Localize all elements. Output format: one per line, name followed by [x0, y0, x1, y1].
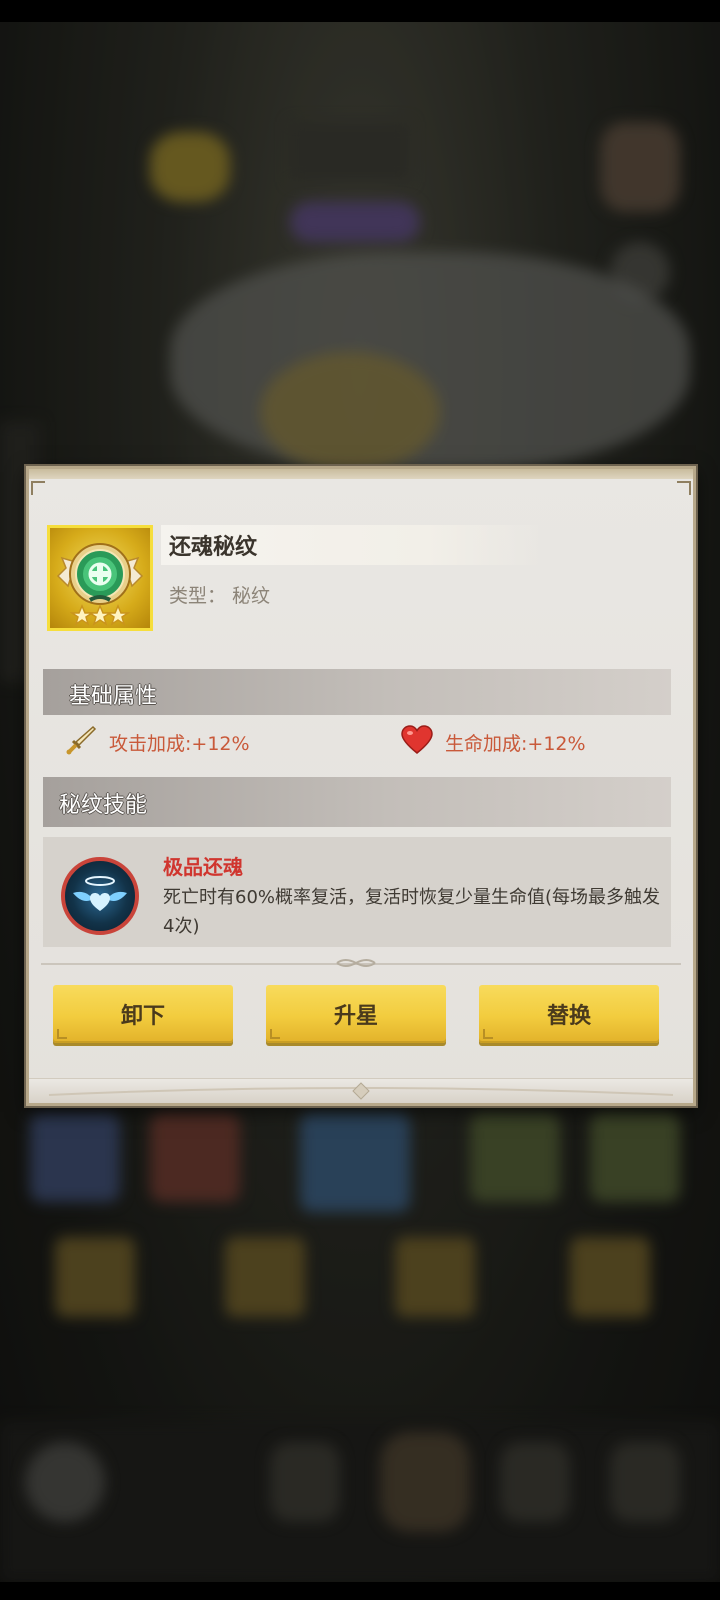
rune-skill-header: 秘纹技能 — [43, 777, 671, 827]
skill-name: 极品还魂 — [163, 855, 243, 879]
skill-panel: 极品还魂 死亡时有60%概率复活，复活时恢复少量生命值(每场最多触发4次) — [43, 837, 671, 947]
attribute-label: 攻击加成:+12% — [109, 732, 250, 755]
section-title: 秘纹技能 — [59, 793, 148, 818]
winged-heart-halo-icon — [61, 857, 139, 935]
section-title: 基础属性 — [69, 684, 158, 709]
corner-ornament — [677, 481, 691, 495]
navigation-bar — [0, 1582, 720, 1600]
dialog-top-trim — [29, 469, 693, 479]
item-name: 还魂秘纹 — [169, 535, 258, 560]
button-label: 升星 — [333, 1004, 378, 1029]
divider-ornament — [335, 955, 377, 971]
dialog-bottom-trim — [29, 1078, 693, 1103]
skill-description: 死亡时有60%概率复活，复活时恢复少量生命值(每场最多触发4次) — [163, 887, 661, 937]
sword-icon — [65, 724, 97, 760]
attribute-attack: 攻击加成:+12% — [65, 724, 250, 760]
attribute-label: 生命加成:+12% — [445, 732, 586, 755]
attribute-health: 生命加成:+12% — [401, 725, 586, 759]
replace-button[interactable]: 替换 — [479, 985, 659, 1043]
basic-attributes-header: 基础属性 — [43, 669, 671, 715]
corner-ornament — [31, 481, 45, 495]
button-label: 卸下 — [120, 1004, 165, 1029]
unequip-button[interactable]: 卸下 — [53, 985, 233, 1043]
item-type: 类型： 秘纹 — [169, 585, 271, 607]
heart-icon — [401, 725, 433, 759]
status-bar — [0, 0, 720, 22]
rune-detail-dialog: 还魂秘纹 类型： 秘纹 基础属性 攻击加成:+12% 生命加成:+12% 秘纹技… — [26, 466, 696, 1106]
button-label: 替换 — [546, 1004, 591, 1029]
rune-emblem-graphic — [56, 543, 144, 626]
rune-emblem-icon — [47, 525, 153, 631]
upgrade-star-button[interactable]: 升星 — [266, 985, 446, 1043]
